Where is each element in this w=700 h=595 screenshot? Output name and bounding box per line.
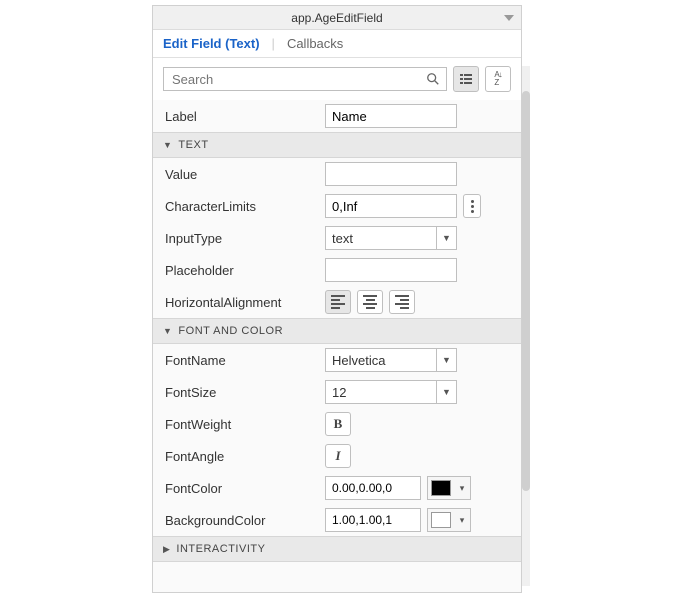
section-text-title: TEXT xyxy=(178,139,208,151)
section-text-header[interactable]: ▼ TEXT xyxy=(153,132,521,158)
character-limits-row: CharacterLimits xyxy=(153,190,521,222)
font-name-row: FontName Helvetica ▼ xyxy=(153,344,521,376)
section-interactivity-title: INTERACTIVITY xyxy=(176,543,265,555)
background-color-label: BackgroundColor xyxy=(165,513,325,528)
background-color-picker[interactable]: ▾ xyxy=(427,508,471,532)
chevron-right-icon: ▶ xyxy=(163,544,170,555)
section-font-title: FONT AND COLOR xyxy=(178,325,283,337)
font-size-value: 12 xyxy=(326,385,436,400)
component-path-dropdown[interactable] xyxy=(501,11,517,25)
chevron-down-icon: ▼ xyxy=(163,140,172,150)
chevron-down-icon: ▾ xyxy=(454,515,470,526)
chevron-down-icon: ▾ xyxy=(454,483,470,494)
character-limits-input[interactable] xyxy=(325,194,457,218)
font-angle-row: FontAngle I xyxy=(153,440,521,472)
font-color-picker[interactable]: ▾ xyxy=(427,476,471,500)
search-icon xyxy=(426,72,440,86)
value-row: Value xyxy=(153,158,521,190)
character-limits-more-button[interactable] xyxy=(463,194,481,218)
font-weight-row: FontWeight B xyxy=(153,408,521,440)
chevron-down-icon: ▼ xyxy=(163,326,172,336)
component-path-text: app.AgeEditField xyxy=(291,11,382,25)
font-color-row: FontColor ▾ xyxy=(153,472,521,504)
tab-callbacks[interactable]: Callbacks xyxy=(287,36,343,51)
list-icon xyxy=(459,72,473,86)
input-type-select[interactable]: text ▼ xyxy=(325,226,457,250)
categorized-view-button[interactable] xyxy=(453,66,479,92)
align-left-button[interactable] xyxy=(325,290,351,314)
align-right-icon xyxy=(395,295,409,309)
search-box xyxy=(163,67,447,91)
section-font-header[interactable]: ▼ FONT AND COLOR xyxy=(153,318,521,344)
search-row: A↓Z xyxy=(153,58,521,100)
scrollbar-track[interactable] xyxy=(522,66,530,586)
tab-edit-field[interactable]: Edit Field (Text) xyxy=(163,36,260,51)
alphabetical-view-button[interactable]: A↓Z xyxy=(485,66,511,92)
align-right-button[interactable] xyxy=(389,290,415,314)
chevron-down-icon: ▼ xyxy=(436,227,456,249)
font-size-select[interactable]: 12 ▼ xyxy=(325,380,457,404)
italic-toggle-button[interactable]: I xyxy=(325,444,351,468)
font-name-select[interactable]: Helvetica ▼ xyxy=(325,348,457,372)
label-property-label: Label xyxy=(165,109,325,124)
font-size-label: FontSize xyxy=(165,385,325,400)
placeholder-input[interactable] xyxy=(325,258,457,282)
chevron-down-icon: ▼ xyxy=(436,381,456,403)
component-path-bar: app.AgeEditField xyxy=(153,6,521,30)
search-input[interactable] xyxy=(170,71,426,88)
character-limits-label: CharacterLimits xyxy=(165,199,325,214)
sort-az-icon: A↓Z xyxy=(494,71,501,87)
font-color-input[interactable] xyxy=(325,476,421,500)
scrollbar-thumb[interactable] xyxy=(522,91,530,491)
horizontal-alignment-label: HorizontalAlignment xyxy=(165,295,325,310)
label-row: Label xyxy=(153,100,521,132)
value-label: Value xyxy=(165,167,325,182)
bold-toggle-button[interactable]: B xyxy=(325,412,351,436)
input-type-label: InputType xyxy=(165,231,325,246)
section-interactivity-header[interactable]: ▶ INTERACTIVITY xyxy=(153,536,521,562)
inspector-panel: app.AgeEditField Edit Field (Text) | Cal… xyxy=(152,5,522,593)
align-center-icon xyxy=(363,295,377,309)
label-input[interactable] xyxy=(325,104,457,128)
font-angle-label: FontAngle xyxy=(165,449,325,464)
font-weight-label: FontWeight xyxy=(165,417,325,432)
font-name-label: FontName xyxy=(165,353,325,368)
font-size-row: FontSize 12 ▼ xyxy=(153,376,521,408)
background-color-row: BackgroundColor ▾ xyxy=(153,504,521,536)
placeholder-label: Placeholder xyxy=(165,263,325,278)
background-color-input[interactable] xyxy=(325,508,421,532)
font-name-value: Helvetica xyxy=(326,353,436,368)
align-center-button[interactable] xyxy=(357,290,383,314)
horizontal-alignment-row: HorizontalAlignment xyxy=(153,286,521,318)
inspector-tabs: Edit Field (Text) | Callbacks xyxy=(153,30,521,58)
font-color-label: FontColor xyxy=(165,481,325,496)
chevron-down-icon: ▼ xyxy=(436,349,456,371)
placeholder-row: Placeholder xyxy=(153,254,521,286)
align-left-icon xyxy=(331,295,345,309)
input-type-value: text xyxy=(326,231,436,246)
value-input[interactable] xyxy=(325,162,457,186)
input-type-row: InputType text ▼ xyxy=(153,222,521,254)
background-color-swatch xyxy=(431,512,451,528)
tab-separator: | xyxy=(272,36,275,51)
font-color-swatch xyxy=(431,480,451,496)
